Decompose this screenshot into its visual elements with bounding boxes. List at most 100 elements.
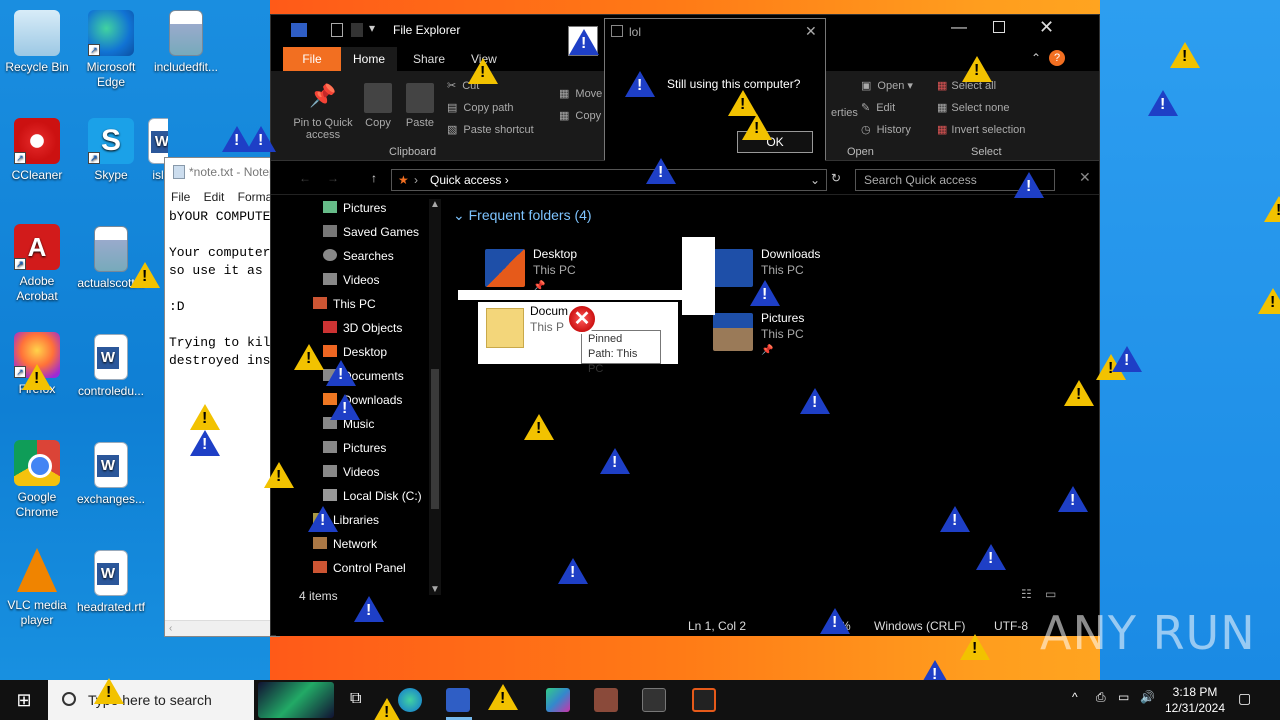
large-icons-view-icon[interactable]: ▭: [1045, 587, 1056, 601]
taskbar-search[interactable]: Type here to search: [48, 680, 254, 720]
nav-item-3d-objects[interactable]: 3D Objects: [323, 317, 402, 339]
copy-path-button[interactable]: ▤ Copy path: [447, 101, 514, 114]
recycle-bin-icon: [14, 10, 60, 56]
skype-icon: S ↗: [88, 118, 134, 164]
move-to-button[interactable]: ▦ Move: [559, 87, 602, 100]
new-folder-icon[interactable]: [351, 23, 363, 37]
message-dialog[interactable]: lol ✕ Still using this computer? OK: [604, 18, 826, 161]
pictures-icon: [323, 441, 337, 453]
nav-item-this-pc[interactable]: This PC: [313, 293, 376, 315]
nav-item-videos-pc[interactable]: Videos: [323, 461, 379, 483]
paste-shortcut-button[interactable]: ▧ Paste shortcut: [447, 123, 534, 136]
refresh-button[interactable]: ↻: [831, 171, 841, 185]
copy-to-button[interactable]: ▦ Copy t: [559, 109, 607, 122]
desktop-icon-controledu[interactable]: W controledu...: [75, 334, 147, 399]
app-taskbar-icon[interactable]: [692, 688, 716, 712]
up-button[interactable]: ↑: [371, 171, 377, 185]
notepad-titlebar[interactable]: *note.txt - Notep: [165, 158, 279, 186]
back-button[interactable]: ←: [299, 171, 311, 185]
volume-icon[interactable]: 🔊: [1140, 690, 1155, 704]
nav-item-searches[interactable]: Searches: [323, 245, 394, 267]
close-button[interactable]: ✕: [1039, 17, 1054, 38]
history-button[interactable]: ◷ History: [861, 123, 911, 136]
notepad-text-area[interactable]: bYOUR COMPUTER Your computer w so use it…: [165, 208, 279, 608]
edit-button[interactable]: ✎ Edit: [861, 101, 895, 114]
properties-icon[interactable]: [331, 23, 343, 37]
desktop-icon-skype[interactable]: S ↗ Skype: [75, 118, 147, 183]
nav-item-pictures[interactable]: Pictures: [323, 197, 386, 219]
notifications-icon[interactable]: ▢: [1238, 690, 1251, 707]
desktop-icon-acrobat[interactable]: A ↗ Adobe Acrobat: [1, 224, 73, 304]
nav-item-videos[interactable]: Videos: [323, 269, 379, 291]
edge-icon: ↗: [88, 10, 134, 56]
app-taskbar-icon[interactable]: [546, 688, 570, 712]
nav-item-saved-games[interactable]: Saved Games: [323, 221, 419, 243]
address-dropdown-icon[interactable]: ⌄: [810, 170, 820, 190]
dialog-close-button[interactable]: ✕: [805, 23, 817, 40]
properties-button[interactable]: erties: [831, 107, 858, 119]
nav-label: Network: [333, 537, 378, 551]
collapse-ribbon-icon[interactable]: ⌃: [1031, 51, 1041, 65]
scrollbar-thumb[interactable]: [431, 369, 439, 509]
folder-tile-pictures[interactable]: Pictures This PC 📌: [713, 309, 913, 369]
cursor-position: Ln 1, Col 2: [688, 619, 747, 633]
help-icon[interactable]: ?: [1049, 50, 1065, 66]
paste-button[interactable]: Paste: [395, 79, 445, 129]
warning-icon: [1014, 172, 1044, 198]
notepad-horizontal-scrollbar[interactable]: ‹: [165, 620, 279, 636]
tab-share[interactable]: Share: [401, 47, 457, 71]
folder-tile-downloads[interactable]: Downloads This PC: [713, 245, 913, 305]
app-taskbar-icon[interactable]: [594, 688, 618, 712]
notepad-window[interactable]: *note.txt - Notep File Edit Format bYOUR…: [164, 157, 280, 637]
chevron-down-icon[interactable]: ▾: [369, 21, 375, 35]
select-none-button[interactable]: ▦ Select none: [937, 101, 1010, 114]
tab-file[interactable]: File: [283, 47, 341, 71]
invert-selection-button[interactable]: ▦ Invert selection: [937, 123, 1025, 136]
app-taskbar-icon[interactable]: [642, 688, 666, 712]
desktop-icon-vlc[interactable]: VLC media player: [1, 548, 73, 628]
nav-item-control-panel[interactable]: Control Panel: [313, 557, 406, 579]
tab-home[interactable]: Home: [341, 47, 398, 71]
frequent-folders-header[interactable]: ⌄ Frequent folders (4): [453, 207, 592, 224]
desktop-icon-ccleaner[interactable]: ↗ CCleaner: [1, 118, 73, 183]
desktop-icon-exchanges[interactable]: W exchanges...: [75, 442, 147, 507]
task-view-icon[interactable]: ⧉: [350, 690, 361, 708]
pin-to-quick-access-button[interactable]: 📌 Pin to Quick access: [293, 79, 353, 141]
desktop-icon-edge[interactable]: ↗ Microsoft Edge: [75, 10, 147, 90]
scroll-down-icon[interactable]: ▼: [430, 584, 440, 595]
chevron-up-icon[interactable]: ^: [1072, 690, 1078, 704]
forward-button[interactable]: →: [327, 171, 339, 185]
open-button[interactable]: ▣ Open ▾: [861, 79, 913, 92]
nav-item-network[interactable]: Network: [313, 533, 377, 555]
desktop-icon-chrome[interactable]: Google Chrome: [1, 440, 73, 520]
minimize-button[interactable]: —: [951, 19, 967, 37]
navigation-scrollbar[interactable]: ▲ ▼: [429, 199, 441, 595]
nav-item-local-disk[interactable]: Local Disk (C:): [323, 485, 422, 507]
glitch-bar: [458, 290, 682, 300]
desktop-icon-recycle-bin[interactable]: Recycle Bin: [1, 10, 73, 75]
maximize-button[interactable]: [993, 21, 1005, 33]
nav-item-pictures-pc[interactable]: Pictures: [323, 437, 386, 459]
network-icon[interactable]: ▭: [1118, 690, 1129, 704]
chevron-right-icon: ›: [414, 173, 418, 187]
copy-icon: [364, 83, 392, 113]
ccleaner-icon: ↗: [14, 118, 60, 164]
navigation-pane: Pictures Saved Games Searches Videos Thi…: [301, 201, 431, 593]
select-none-label: Select none: [951, 102, 1010, 114]
scroll-up-icon[interactable]: ▲: [430, 199, 440, 210]
clock[interactable]: 3:18 PM 12/31/2024: [1160, 684, 1230, 716]
desktop-icon-headrated[interactable]: W headrated.rtf: [75, 550, 147, 615]
desktop-icon-includedfit[interactable]: includedfit...: [150, 10, 222, 75]
notepad-menu[interactable]: File Edit Format: [165, 186, 279, 208]
task-thumbnail[interactable]: [258, 682, 334, 718]
history-icon: ◷: [861, 124, 871, 136]
system-tray-icon[interactable]: ⎙: [1096, 690, 1106, 705]
warning-taskbar-icon[interactable]: [488, 684, 518, 710]
details-view-icon[interactable]: ☷: [1021, 587, 1032, 601]
desktop-icon-label: VLC media player: [7, 598, 67, 627]
file-explorer-taskbar-icon[interactable]: [446, 688, 470, 712]
address-bar[interactable]: ★ › Quick access › ⌄: [391, 169, 827, 191]
address-bar-row: ← → ↑ ★ › Quick access › ⌄ ↻ Search Quic…: [271, 165, 1099, 195]
secondary-close-icon[interactable]: ✕: [1079, 169, 1091, 186]
start-button[interactable]: ⊞: [0, 680, 48, 720]
